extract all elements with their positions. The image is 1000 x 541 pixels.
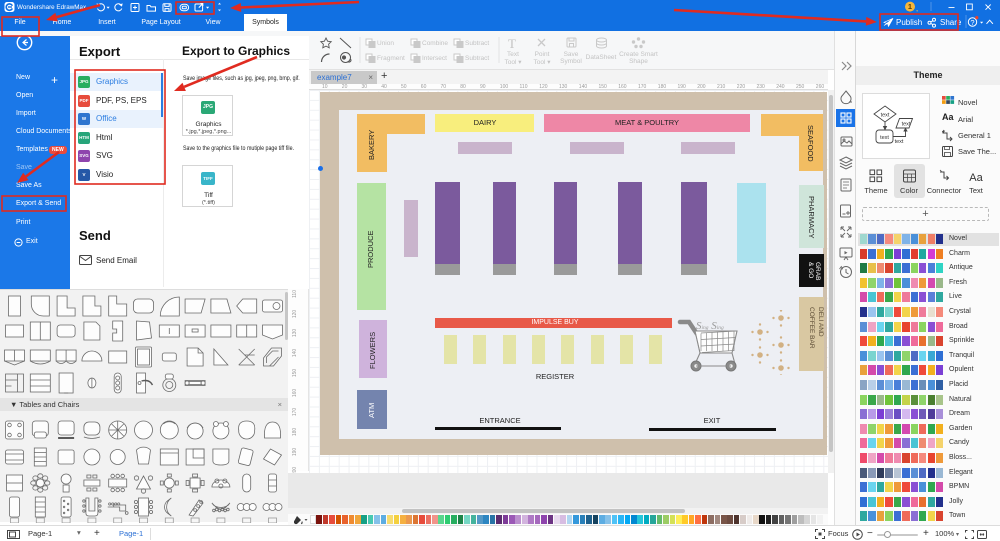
svg-text:text: text — [881, 113, 890, 119]
svg-text:text: text — [880, 135, 889, 141]
svg-text:text: text — [902, 122, 911, 128]
svg-text:text: text — [895, 139, 904, 145]
svg-text:Aa: Aa — [969, 172, 983, 184]
svg-text:T: T — [508, 36, 516, 51]
svg-text:Share: Share — [940, 18, 962, 27]
svg-text:Aa: Aa — [942, 112, 954, 122]
svg-text:1: 1 — [908, 2, 912, 11]
svg-text:?: ? — [970, 18, 974, 27]
svg-text:Sing Sing: Sing Sing — [696, 320, 724, 332]
svg-text:Publish: Publish — [896, 18, 922, 27]
